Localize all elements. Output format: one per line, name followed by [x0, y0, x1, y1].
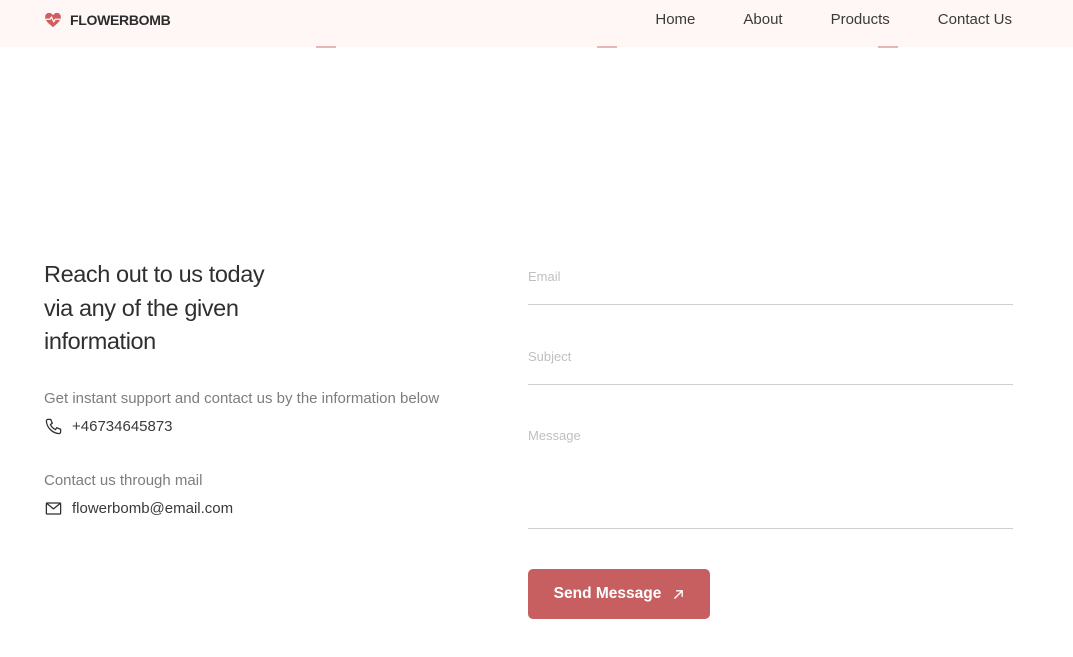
heading-line: information: [44, 328, 156, 354]
decorative-divider: [878, 46, 898, 48]
nav-products[interactable]: Products: [831, 11, 890, 29]
email-contact[interactable]: flowerbomb@email.com: [44, 499, 233, 518]
phone-icon: [45, 418, 62, 435]
nav-about[interactable]: About: [743, 11, 782, 29]
send-message-label: Send Message: [553, 585, 662, 602]
phone-number: +46734645873: [72, 417, 173, 435]
email-address: flowerbomb@email.com: [72, 499, 234, 517]
decorative-divider: [316, 46, 336, 48]
email-field[interactable]: [528, 268, 1013, 285]
email-field-wrapper: [528, 268, 1013, 305]
mail-label: Contact us through mail: [44, 472, 203, 489]
contact-info: Reach out to us today via any of the giv…: [44, 258, 484, 359]
heading-line: Reach out to us today: [44, 261, 265, 287]
nav-contact-us[interactable]: Contact Us: [938, 11, 1012, 29]
brand-logo[interactable]: FLOWERBOMB: [44, 11, 171, 29]
decorative-divider: [597, 46, 617, 48]
mail-icon: [45, 502, 62, 515]
subject-field[interactable]: [528, 348, 1013, 365]
arrow-up-right-icon: [674, 589, 684, 599]
message-field[interactable]: [528, 428, 1013, 518]
main-nav: Home About Products Contact Us: [655, 11, 1012, 29]
send-message-button[interactable]: Send Message: [528, 569, 710, 619]
phone-contact[interactable]: +46734645873: [44, 417, 173, 436]
navbar: FLOWERBOMB Home About Products Contact U…: [0, 0, 1073, 47]
brand-name: FLOWERBOMB: [70, 12, 171, 28]
page-heading: Reach out to us today via any of the giv…: [44, 258, 484, 359]
support-text: Get instant support and contact us by th…: [44, 390, 440, 407]
subject-field-wrapper: [528, 348, 1013, 385]
heading-line: via any of the given: [44, 294, 239, 321]
message-field-wrapper: [528, 428, 1013, 529]
heart-pulse-icon: [45, 12, 61, 28]
nav-home[interactable]: Home: [655, 11, 695, 29]
